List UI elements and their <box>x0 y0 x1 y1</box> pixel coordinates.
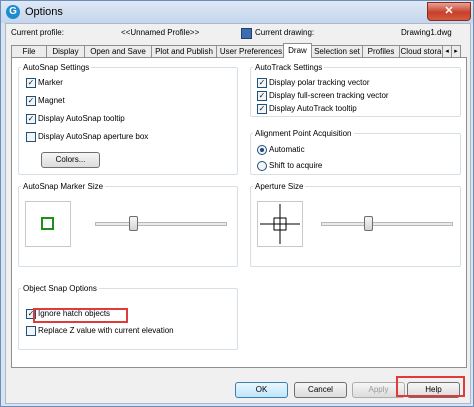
alignment-title: Alignment Point Acquisition <box>253 129 354 139</box>
crosshair-icon <box>260 204 300 244</box>
tab-profiles[interactable]: Profiles <box>362 45 400 57</box>
tab-file[interactable]: File <box>11 45 47 57</box>
replace-z-checkbox[interactable] <box>26 326 36 336</box>
tab-draw[interactable]: Draw <box>283 43 312 58</box>
tab-open-and-save[interactable]: Open and Save <box>84 45 152 57</box>
magnet-checkbox[interactable]: ✓ <box>26 96 36 106</box>
close-icon: ✕ <box>444 5 454 17</box>
autosnap-settings-group: AutoSnap Settings ✓ Marker ✓ Magnet ✓ Di… <box>18 63 238 175</box>
marker-size-group: AutoSnap Marker Size <box>18 182 238 267</box>
chevron-right-icon: ▸ <box>454 48 458 55</box>
marker-label: Marker <box>38 78 63 87</box>
aperture-size-title: Aperture Size <box>253 182 306 192</box>
magnet-label: Magnet <box>38 96 65 105</box>
full-screen-tracking-label: Display full-screen tracking vector <box>269 91 389 100</box>
tab-plot-and-publish[interactable]: Plot and Publish <box>151 45 217 57</box>
radio-selected-dot <box>260 148 264 152</box>
aperture-size-group: Aperture Size <box>250 182 461 267</box>
alignment-group: Alignment Point Acquisition Automatic Sh… <box>250 129 461 175</box>
chevron-left-icon: ◂ <box>445 48 449 55</box>
ok-button[interactable]: OK <box>235 382 288 398</box>
current-drawing-value: Drawing1.dwg <box>401 28 452 37</box>
tab-cloud-storage[interactable]: Cloud stora <box>399 45 443 57</box>
tab-scroll-right[interactable]: ▸ <box>451 45 461 57</box>
automatic-label: Automatic <box>269 145 305 154</box>
help-button-highlight <box>396 376 465 397</box>
marker-checkbox[interactable]: ✓ <box>26 78 36 88</box>
close-button[interactable]: ✕ <box>427 2 471 21</box>
aperture-size-slider-track[interactable] <box>321 222 453 226</box>
marker-size-slider-track[interactable] <box>95 222 227 226</box>
app-logo-icon: G <box>6 5 20 19</box>
marker-size-slider-thumb[interactable] <box>129 216 138 231</box>
shift-to-acquire-label: Shift to acquire <box>269 161 323 170</box>
polar-tracking-checkbox[interactable]: ✓ <box>257 78 267 88</box>
autosnap-settings-title: AutoSnap Settings <box>21 63 92 73</box>
automatic-radio[interactable] <box>257 145 267 155</box>
current-profile-value: <<Unnamed Profile>> <box>121 28 200 37</box>
options-window: G Options ✕ Current profile: <<Unnamed P… <box>0 0 474 407</box>
replace-z-label: Replace Z value with current elevation <box>38 326 174 335</box>
autotrack-tooltip-checkbox[interactable]: ✓ <box>257 104 267 114</box>
ignore-hatch-highlight <box>33 308 128 323</box>
aperture-box-checkbox[interactable] <box>26 132 36 142</box>
object-snap-title: Object Snap Options <box>21 284 99 294</box>
current-profile-label: Current profile: <box>11 28 64 37</box>
tab-selection-set[interactable]: Selection set <box>311 45 363 57</box>
window-title: Options <box>25 6 63 18</box>
colors-button[interactable]: Colors... <box>41 152 100 168</box>
shift-to-acquire-radio[interactable] <box>257 161 267 171</box>
marker-size-title: AutoSnap Marker Size <box>21 182 106 192</box>
polar-tracking-label: Display polar tracking vector <box>269 78 370 87</box>
profile-bar: Current profile: <<Unnamed Profile>> Cur… <box>11 27 461 39</box>
tab-strip: File Display Open and Save Plot and Publ… <box>11 43 469 58</box>
autotrack-tooltip-label: Display AutoTrack tooltip <box>269 104 357 113</box>
autosnap-tooltip-checkbox[interactable]: ✓ <box>26 114 36 124</box>
autotrack-settings-title: AutoTrack Settings <box>253 63 325 73</box>
tab-display[interactable]: Display <box>46 45 85 57</box>
full-screen-tracking-checkbox[interactable]: ✓ <box>257 91 267 101</box>
current-drawing-label: Current drawing: <box>255 28 315 37</box>
aperture-box-label: Display AutoSnap aperture box <box>38 132 149 141</box>
marker-preview <box>25 201 71 247</box>
aperture-size-slider-thumb[interactable] <box>364 216 373 231</box>
marker-square-icon <box>41 217 54 230</box>
tab-user-preferences[interactable]: User Preferences <box>216 45 286 57</box>
aperture-preview <box>257 201 303 247</box>
cancel-button[interactable]: Cancel <box>294 382 347 398</box>
drawing-icon <box>241 28 252 39</box>
autotrack-settings-group: AutoTrack Settings ✓ Display polar track… <box>250 63 461 117</box>
title-bar[interactable]: G Options ✕ <box>1 1 473 23</box>
dialog-body: Current profile: <<Unnamed Profile>> Cur… <box>5 23 471 404</box>
autosnap-tooltip-label: Display AutoSnap tooltip <box>38 114 125 123</box>
